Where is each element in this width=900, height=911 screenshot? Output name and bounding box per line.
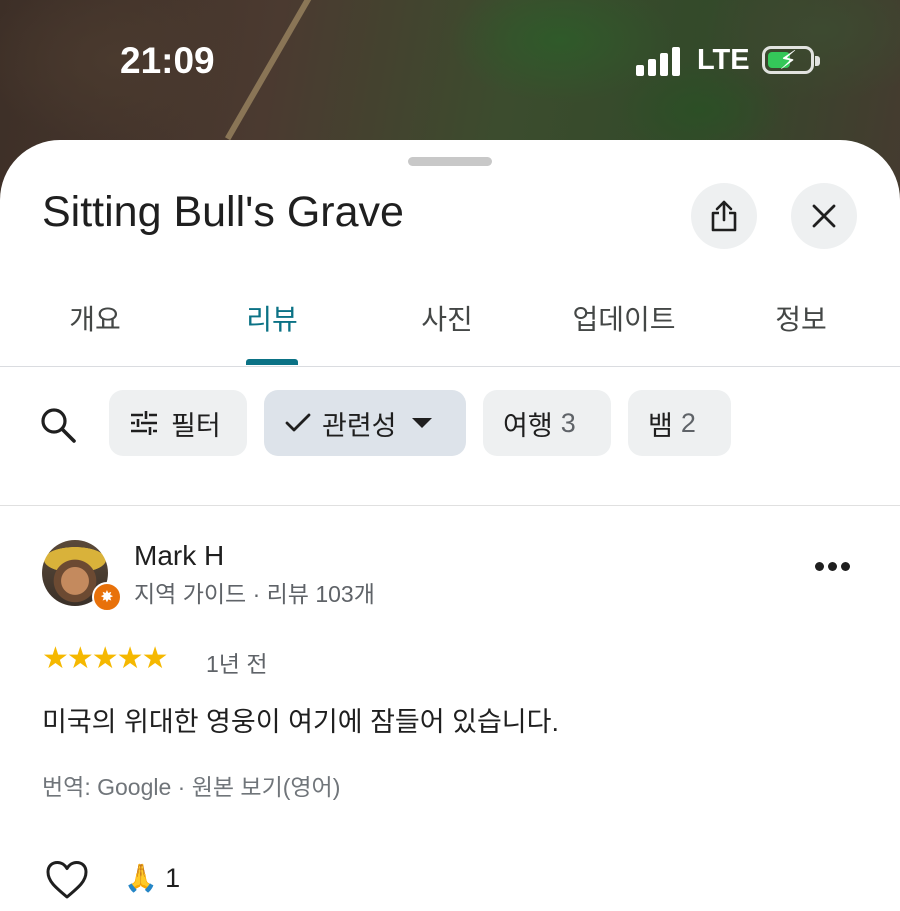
share-button[interactable] [691, 183, 757, 249]
tab-photos[interactable]: 사진 [421, 298, 473, 338]
tab-bar: 개요 리뷰 사진 업데이트 정보 [0, 290, 900, 367]
reaction-summary[interactable]: 🙏 1 [124, 862, 180, 894]
tab-info[interactable]: 정보 [775, 298, 827, 338]
signal-icon [636, 46, 682, 76]
filter-chip-label: 필터 [171, 410, 221, 441]
local-guide-badge-icon: ✸ [92, 582, 122, 612]
pray-emoji-icon: 🙏 [124, 863, 158, 893]
sort-chip-label: 관련성 [322, 410, 397, 441]
like-button[interactable] [45, 860, 89, 900]
battery-icon: ⚡ [762, 45, 820, 75]
place-sheet: Sitting Bull's Grave 개요 리뷰 사진 업데이트 정보 필터… [0, 140, 900, 911]
tune-icon [131, 411, 157, 435]
reviewer-meta: 지역 가이드 · 리뷰 103개 [134, 581, 375, 607]
divider [0, 505, 900, 506]
topic-count: 3 [560, 407, 576, 438]
active-tab-indicator [246, 359, 298, 365]
sort-relevance-chip[interactable]: 관련성 [264, 390, 466, 456]
more-options-icon[interactable] [815, 562, 851, 574]
status-bar: 21:09 LTE ⚡ [0, 0, 900, 120]
translation-note[interactable]: 번역: Google · 원본 보기(영어) [42, 768, 340, 802]
network-type: LTE [697, 44, 750, 76]
review-text: 미국의 위대한 영웅이 여기에 잠들어 있습니다. [42, 707, 559, 737]
dropdown-arrow-icon [411, 418, 432, 428]
topic-chip-travel[interactable]: 여행 3 [483, 390, 611, 456]
star-rating: ★★★★★ [42, 642, 168, 675]
filter-chip[interactable]: 필터 [109, 390, 247, 456]
review-filter-row: 필터 관련성 여행 3 뱀 2 [0, 390, 900, 460]
close-icon [812, 204, 836, 228]
topic-label: 뱀 [648, 410, 673, 441]
tab-overview[interactable]: 개요 [69, 298, 121, 338]
search-icon [41, 408, 76, 443]
check-icon [285, 413, 311, 432]
topic-label: 여행 [503, 410, 553, 441]
topic-count: 2 [680, 407, 696, 438]
search-reviews-button[interactable] [38, 405, 78, 445]
tab-updates[interactable]: 업데이트 [572, 298, 675, 338]
close-button[interactable] [791, 183, 857, 249]
status-time: 21:09 [120, 40, 215, 81]
review-time: 1년 전 [206, 651, 268, 677]
tab-reviews[interactable]: 리뷰 [246, 298, 298, 338]
topic-chip-snake[interactable]: 뱀 2 [628, 390, 731, 456]
place-title: Sitting Bull's Grave [42, 188, 404, 236]
reaction-count: 1 [165, 863, 181, 893]
reviewer-name[interactable]: Mark H [134, 540, 224, 572]
drag-handle[interactable] [408, 157, 492, 166]
share-icon [711, 200, 737, 232]
charging-bolt-icon: ⚡ [779, 45, 798, 75]
heart-icon [46, 861, 88, 899]
